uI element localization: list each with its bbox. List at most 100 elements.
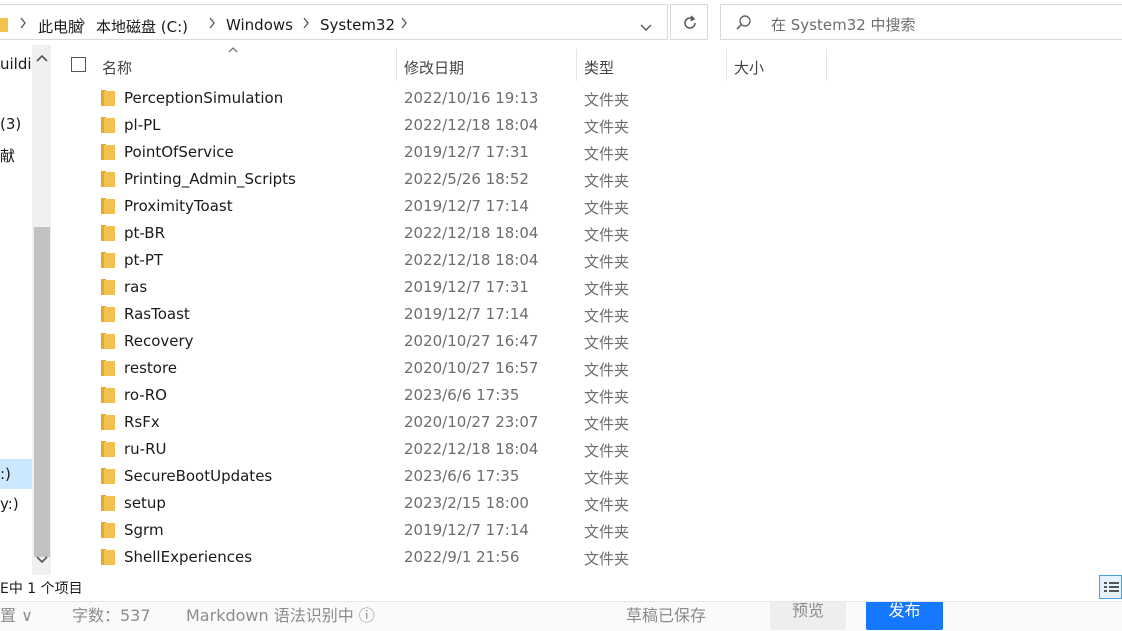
folder-icon xyxy=(101,252,115,268)
file-name[interactable]: PerceptionSimulation xyxy=(124,89,283,107)
chevron-right-icon[interactable] xyxy=(400,17,408,29)
file-row[interactable]: SecureBootUpdates 2023/6/6 17:35 文件夹 xyxy=(55,464,1122,491)
file-type: 文件夹 xyxy=(584,550,630,568)
breadcrumb-system32[interactable]: System32 xyxy=(320,16,395,34)
nav-item[interactable]: uildi xyxy=(0,55,32,73)
file-row[interactable]: pt-PT 2022/12/18 18:04 文件夹 xyxy=(55,248,1122,275)
file-row[interactable]: ro-RO 2023/6/6 17:35 文件夹 xyxy=(55,383,1122,410)
file-name[interactable]: SecureBootUpdates xyxy=(124,467,272,485)
publish-button[interactable]: 发布 xyxy=(866,602,943,630)
file-type: 文件夹 xyxy=(584,226,630,244)
file-name[interactable]: restore xyxy=(124,359,177,377)
file-date: 2022/12/18 18:04 xyxy=(404,224,539,242)
file-date: 2020/10/27 16:47 xyxy=(404,332,539,350)
file-name[interactable]: ro-RO xyxy=(124,386,167,404)
file-row[interactable]: PointOfService 2019/12/7 17:31 文件夹 xyxy=(55,140,1122,167)
file-row[interactable]: ShellExperiences 2022/9/1 21:56 文件夹 xyxy=(55,545,1122,572)
breadcrumb-this-pc[interactable]: 此电脑 xyxy=(38,16,83,37)
file-row[interactable]: Printing_Admin_Scripts 2022/5/26 18:52 文件夹 xyxy=(55,167,1122,194)
folder-icon xyxy=(101,495,115,511)
column-divider[interactable] xyxy=(826,49,827,81)
navigation-scrollbar[interactable] xyxy=(32,45,51,575)
file-name[interactable]: pl-PL xyxy=(124,116,161,134)
column-header-size[interactable]: 大小 xyxy=(734,57,764,78)
file-name[interactable]: Sgrm xyxy=(124,521,164,539)
chevron-right-icon[interactable] xyxy=(208,17,216,29)
column-divider[interactable] xyxy=(396,49,397,81)
file-name[interactable]: ProximityToast xyxy=(124,197,233,215)
select-all-checkbox[interactable] xyxy=(71,57,86,72)
file-name[interactable]: pt-BR xyxy=(124,224,165,242)
chevron-right-icon[interactable] xyxy=(78,17,86,29)
chevron-right-icon[interactable] xyxy=(302,17,310,29)
column-divider[interactable] xyxy=(726,49,727,81)
file-date: 2022/9/1 21:56 xyxy=(404,548,520,566)
scroll-down-icon[interactable] xyxy=(36,555,48,565)
address-bar-row: 此电脑 本地磁盘 (C:) Windows System32 在 System3… xyxy=(0,0,1122,45)
file-row[interactable]: pl-PL 2022/12/18 18:04 文件夹 xyxy=(55,113,1122,140)
file-row[interactable]: Recovery 2020/10/27 16:47 文件夹 xyxy=(55,329,1122,356)
editor-footer: 置 ∨ 字数：537 Markdown 语法识别中 ⓘ 草稿已保存 预览 发布 xyxy=(0,601,1122,631)
search-input[interactable]: 在 System32 中搜索 xyxy=(720,4,1122,40)
breadcrumb-local-disk[interactable]: 本地磁盘 (C:) xyxy=(96,16,188,37)
file-name[interactable]: ShellExperiences xyxy=(124,548,252,566)
nav-item[interactable]: 献 xyxy=(0,145,15,166)
chevron-right-icon[interactable] xyxy=(19,17,27,29)
file-type: 文件夹 xyxy=(584,334,630,352)
file-type: 文件夹 xyxy=(584,145,630,163)
preview-button[interactable]: 预览 xyxy=(770,602,846,630)
file-row[interactable]: ras 2019/12/7 17:31 文件夹 xyxy=(55,275,1122,302)
refresh-icon xyxy=(684,15,696,29)
file-name[interactable]: PointOfService xyxy=(124,143,234,161)
file-date: 2022/5/26 18:52 xyxy=(404,170,529,188)
file-row[interactable]: RasToast 2019/12/7 17:14 文件夹 xyxy=(55,302,1122,329)
column-header-name[interactable]: 名称 xyxy=(102,57,132,78)
column-header-type[interactable]: 类型 xyxy=(584,57,614,78)
nav-item-selected[interactable]: :) xyxy=(0,465,11,483)
file-date: 2019/12/7 17:31 xyxy=(404,278,529,296)
file-name[interactable]: RsFx xyxy=(124,413,160,431)
editor-settings-dropdown[interactable]: 置 ∨ xyxy=(0,602,33,626)
folder-icon xyxy=(101,90,115,106)
folder-icon xyxy=(101,225,115,241)
file-row[interactable]: Sgrm 2019/12/7 17:14 文件夹 xyxy=(55,518,1122,545)
folder-icon xyxy=(101,387,115,403)
file-type: 文件夹 xyxy=(584,280,630,298)
refresh-button[interactable] xyxy=(670,4,708,40)
file-date: 2023/2/15 18:00 xyxy=(404,494,529,512)
file-type: 文件夹 xyxy=(584,118,630,136)
breadcrumb-windows[interactable]: Windows xyxy=(226,16,293,34)
file-date: 2023/6/6 17:35 xyxy=(404,386,520,404)
details-view-button[interactable] xyxy=(1099,575,1122,599)
file-row[interactable]: ProximityToast 2019/12/7 17:14 文件夹 xyxy=(55,194,1122,221)
folder-icon xyxy=(101,522,115,538)
file-name[interactable]: ru-RU xyxy=(124,440,167,458)
chevron-down-icon[interactable] xyxy=(638,19,654,35)
file-date: 2019/12/7 17:14 xyxy=(404,305,529,323)
file-row[interactable]: PerceptionSimulation 2022/10/16 19:13 文件夹 xyxy=(55,86,1122,113)
file-name[interactable]: RasToast xyxy=(124,305,190,323)
file-date: 2022/10/16 19:13 xyxy=(404,89,539,107)
scrollbar-thumb[interactable] xyxy=(34,227,50,557)
file-type: 文件夹 xyxy=(584,199,630,217)
file-name[interactable]: Recovery xyxy=(124,332,194,350)
nav-item[interactable]: y:) xyxy=(0,495,19,513)
file-row[interactable]: RsFx 2020/10/27 23:07 文件夹 xyxy=(55,410,1122,437)
file-row[interactable]: ru-RU 2022/12/18 18:04 文件夹 xyxy=(55,437,1122,464)
folder-icon xyxy=(101,279,115,295)
file-name[interactable]: setup xyxy=(124,494,166,512)
address-bar[interactable]: 此电脑 本地磁盘 (C:) Windows System32 xyxy=(0,4,668,40)
syntax-status[interactable]: Markdown 语法识别中 ⓘ xyxy=(186,602,375,626)
sort-ascending-icon xyxy=(228,47,238,53)
file-name[interactable]: ras xyxy=(124,278,147,296)
file-row[interactable]: setup 2023/2/15 18:00 文件夹 xyxy=(55,491,1122,518)
file-row[interactable]: restore 2020/10/27 16:57 文件夹 xyxy=(55,356,1122,383)
file-name[interactable]: pt-PT xyxy=(124,251,163,269)
column-divider[interactable] xyxy=(576,49,577,81)
file-name[interactable]: Printing_Admin_Scripts xyxy=(124,170,296,188)
column-header-date[interactable]: 修改日期 xyxy=(404,57,464,78)
scroll-up-icon[interactable] xyxy=(36,53,48,63)
nav-item[interactable]: (3) xyxy=(0,115,21,133)
file-type: 文件夹 xyxy=(584,253,630,271)
file-row[interactable]: pt-BR 2022/12/18 18:04 文件夹 xyxy=(55,221,1122,248)
